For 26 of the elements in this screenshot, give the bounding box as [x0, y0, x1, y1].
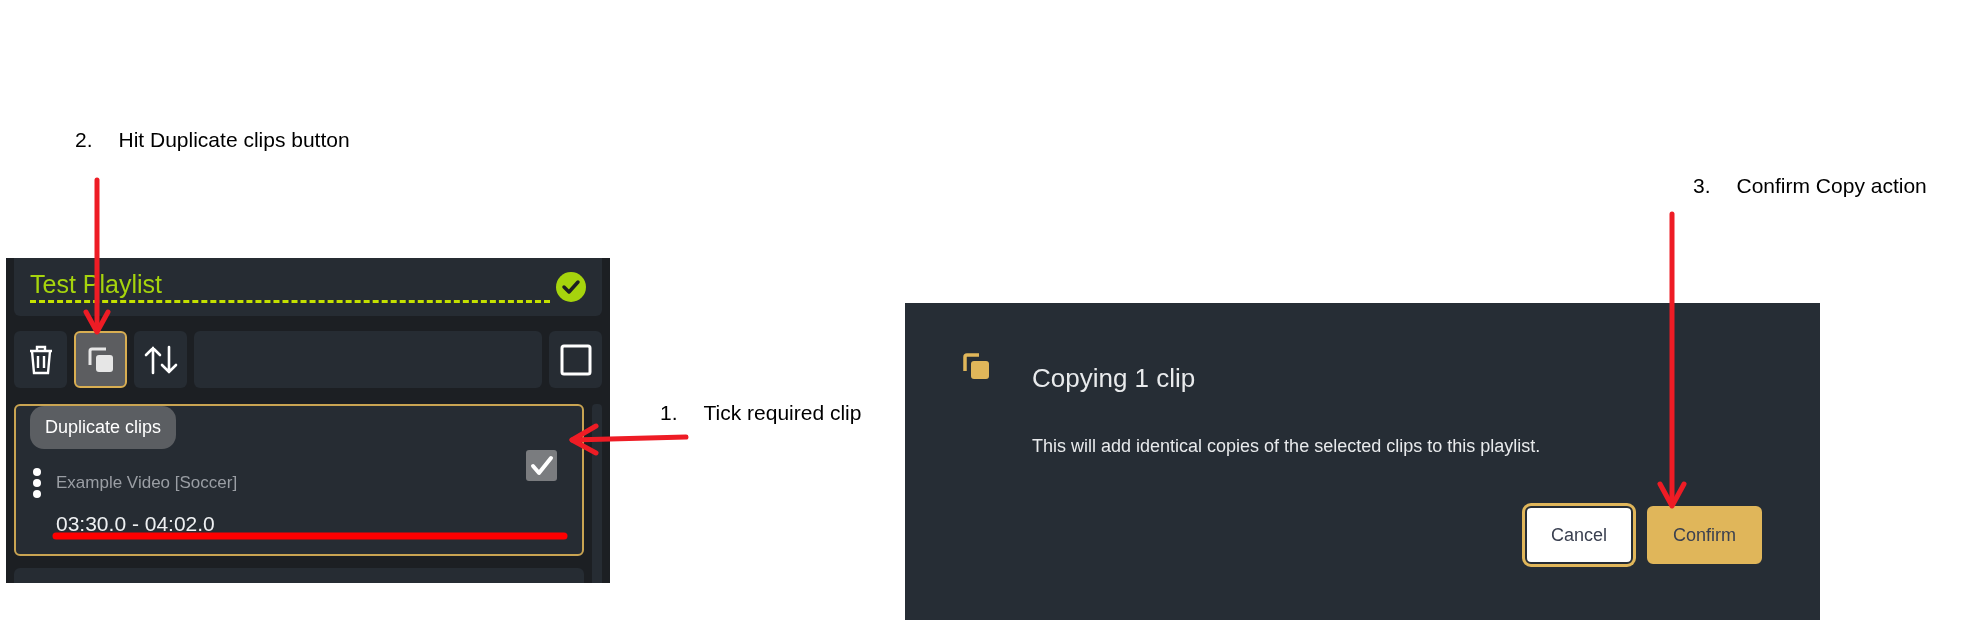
trash-icon — [27, 344, 54, 375]
scrollbar[interactable] — [592, 404, 602, 583]
sort-button[interactable] — [134, 331, 187, 388]
dialog-title: Copying 1 clip — [1032, 362, 1197, 395]
dialog-message: This will add identical copies of the selected clips to this playlist. — [1032, 435, 1542, 458]
step-number: 1. — [660, 400, 678, 426]
kebab-menu-icon[interactable] — [32, 468, 42, 498]
cancel-button[interactable]: Cancel — [1524, 506, 1633, 564]
step-number: 3. — [1693, 173, 1711, 199]
square-icon — [559, 343, 592, 376]
step-text: Tick required clip — [703, 400, 862, 426]
copy-icon — [86, 345, 115, 374]
step-text: Hit Duplicate clips button — [118, 127, 350, 153]
clip-checkbox[interactable] — [526, 450, 557, 481]
clip-card[interactable]: Example Video [Soccer] 03:30.0 - 04:02.0 Duplicate clips — [14, 404, 584, 556]
confirm-button[interactable]: Confirm — [1647, 506, 1762, 564]
sort-arrows-icon — [143, 344, 178, 375]
select-all-checkbox[interactable] — [549, 331, 602, 388]
step-text: Confirm Copy action — [1736, 173, 1927, 199]
clip-time-range: 03:30.0 - 04:02.0 — [56, 511, 215, 537]
tooltip: Duplicate clips — [30, 406, 177, 449]
copy-icon — [963, 353, 990, 380]
step-number: 2. — [75, 127, 93, 153]
duplicate-button[interactable] — [74, 331, 127, 388]
clip-source: Example Video [Soccer] — [56, 472, 238, 495]
delete-button[interactable] — [14, 331, 67, 388]
